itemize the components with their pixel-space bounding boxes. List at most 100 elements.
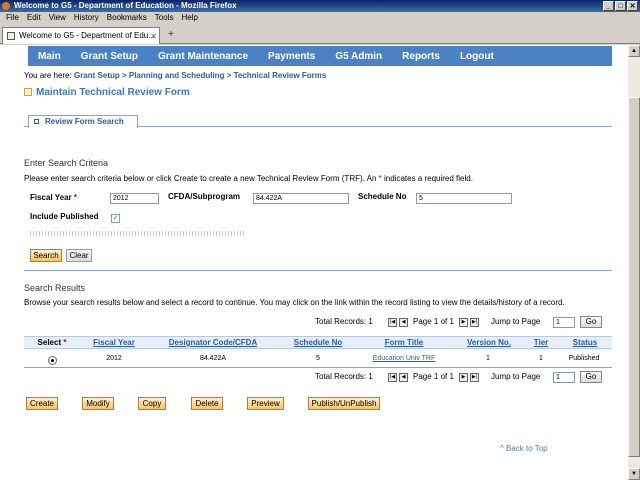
- required-mark: *: [73, 193, 78, 202]
- tab-review-form-search-label: Review Form Search: [45, 117, 124, 126]
- modify-button[interactable]: Modify: [82, 397, 114, 410]
- maximize-button[interactable]: □: [615, 1, 626, 11]
- fiscal-year-label: Fiscal Year *: [30, 193, 77, 202]
- fiscal-year-input[interactable]: 2012: [110, 193, 159, 204]
- tab-square-icon: [34, 119, 39, 124]
- scroll-up-icon[interactable]: ▲: [628, 45, 640, 57]
- menu-history[interactable]: History: [70, 12, 103, 24]
- create-button[interactable]: Create: [26, 397, 58, 410]
- breadcrumb-planning-scheduling[interactable]: Planning and Scheduling: [129, 71, 225, 80]
- last-page-icon[interactable]: ▶|: [470, 318, 479, 327]
- go-button[interactable]: Go: [580, 316, 602, 328]
- menu-bookmarks[interactable]: Bookmarks: [103, 12, 151, 24]
- menu-edit[interactable]: Edit: [23, 12, 45, 24]
- nav-grant-setup[interactable]: Grant Setup: [71, 51, 148, 62]
- publish-unpublish-button[interactable]: Publish/UnPublish: [308, 397, 380, 410]
- window-titlebar: Welcome to G5 - Department of Education …: [0, 0, 640, 12]
- menu-view[interactable]: View: [45, 12, 70, 24]
- delete-button[interactable]: Delete: [191, 397, 223, 410]
- col-select-label: Select: [37, 338, 62, 347]
- preview-button[interactable]: Preview: [247, 397, 284, 410]
- browser-tab[interactable]: Welcome to G5 - Department of Edu... ✕: [2, 27, 160, 44]
- page-scrollbar[interactable]: ▲ ▼: [628, 45, 640, 480]
- total-records-top: Total Records: 1: [315, 317, 373, 326]
- col-status[interactable]: Status: [573, 338, 597, 347]
- go-button[interactable]: Go: [580, 371, 602, 383]
- results-help-text: Browse your search results below and sel…: [24, 298, 565, 307]
- nav-logout[interactable]: Logout: [450, 51, 504, 62]
- tab-review-form-search[interactable]: Review Form Search: [28, 115, 138, 128]
- nav-payments[interactable]: Payments: [258, 51, 325, 62]
- menu-tools[interactable]: Tools: [151, 12, 178, 24]
- nav-reports[interactable]: Reports: [392, 51, 450, 62]
- scroll-down-icon[interactable]: ▼: [628, 468, 640, 480]
- jump-page-input[interactable]: 1: [553, 372, 575, 383]
- menu-help[interactable]: Help: [177, 12, 201, 24]
- breadcrumb: You are here: Grant Setup > Planning and…: [24, 71, 326, 80]
- jump-to-page-label: Jump to Page: [491, 317, 541, 326]
- total-records-bottom: Total Records: 1: [315, 372, 373, 381]
- row-fiscal-year: 2012: [106, 355, 122, 362]
- row-designator-code: 84.422A: [199, 355, 227, 362]
- page-title-text: Maintain Technical Review Form: [36, 87, 190, 98]
- col-version-no[interactable]: Version No.: [467, 338, 511, 347]
- nav-grant-maintenance[interactable]: Grant Maintenance: [148, 51, 258, 62]
- search-criteria-heading: Enter Search Criteria: [24, 158, 109, 168]
- jump-page-input[interactable]: 1: [553, 317, 575, 328]
- next-page-icon[interactable]: ▶: [459, 373, 468, 382]
- title-bullet-icon: [24, 88, 32, 96]
- minimize-button[interactable]: _: [603, 1, 614, 11]
- prev-page-icon[interactable]: ◀: [399, 373, 408, 382]
- copy-button[interactable]: Copy: [138, 397, 166, 410]
- breadcrumb-technical-review-forms[interactable]: Technical Review Forms: [234, 71, 327, 80]
- row-schedule-no: 5: [316, 355, 320, 362]
- next-page-icon[interactable]: ▶: [459, 318, 468, 327]
- breadcrumb-grant-setup[interactable]: Grant Setup: [74, 71, 120, 80]
- col-fiscal-year[interactable]: Fiscal Year: [93, 338, 135, 347]
- row-status: Published: [568, 355, 600, 362]
- firefox-icon: [2, 2, 10, 10]
- section-divider: [24, 270, 612, 271]
- required-mark: *: [63, 338, 67, 347]
- main-nav: Main Grant Setup Grant Maintenance Payme…: [28, 46, 612, 66]
- back-to-top-link[interactable]: ^ Back to Top: [500, 444, 548, 453]
- dotted-separator: [30, 231, 246, 236]
- breadcrumb-separator: >: [119, 71, 129, 80]
- page-title: Maintain Technical Review Form: [24, 87, 190, 98]
- jump-to-page-label: Jump to Page: [491, 372, 541, 381]
- include-published-checkbox[interactable]: ✓: [111, 214, 120, 223]
- row-select-radio[interactable]: [48, 356, 57, 365]
- cfda-label: CFDA/Subprogram: [168, 192, 240, 201]
- scroll-thumb[interactable]: [628, 97, 640, 457]
- row-tier: 1: [539, 355, 543, 362]
- search-results-heading: Search Results: [24, 283, 86, 293]
- tab-close-icon[interactable]: ✕: [150, 29, 157, 44]
- last-page-icon[interactable]: ▶|: [470, 373, 479, 382]
- col-form-title[interactable]: Form Title: [385, 338, 424, 347]
- first-page-icon[interactable]: |◀: [388, 318, 397, 327]
- nav-g5-admin[interactable]: G5 Admin: [325, 51, 392, 62]
- search-button[interactable]: Search: [30, 249, 62, 262]
- new-tab-button[interactable]: +: [164, 29, 178, 42]
- page-viewport: Main Grant Setup Grant Maintenance Payme…: [0, 45, 628, 480]
- row-version-no: 1: [486, 355, 490, 362]
- page-info-bottom: Page 1 of 1: [413, 372, 454, 381]
- prev-page-icon[interactable]: ◀: [399, 318, 408, 327]
- row-form-title-link[interactable]: Education Univ TRF: [373, 355, 436, 362]
- menu-bar: File Edit View History Bookmarks Tools H…: [0, 12, 640, 24]
- nav-main[interactable]: Main: [28, 51, 71, 62]
- menu-file[interactable]: File: [2, 12, 23, 24]
- schedule-no-input[interactable]: 5: [416, 193, 512, 204]
- clear-button[interactable]: Clear: [66, 249, 92, 262]
- include-published-label: Include Published: [30, 212, 99, 221]
- close-window-button[interactable]: ✕: [627, 1, 638, 11]
- fiscal-year-label-text: Fiscal Year: [30, 193, 72, 202]
- cfda-input[interactable]: 84.422A: [253, 193, 349, 204]
- window-title: Welcome to G5 - Department of Education …: [14, 1, 237, 10]
- browser-tab-bar: Welcome to G5 - Department of Edu... ✕ +: [0, 24, 640, 44]
- col-designator-code[interactable]: Designator Code/CFDA: [169, 338, 257, 347]
- col-tier[interactable]: Tier: [534, 338, 549, 347]
- first-page-icon[interactable]: |◀: [388, 373, 397, 382]
- search-help-part: indicates a required field.: [381, 174, 473, 183]
- col-schedule-no[interactable]: Schedule No: [294, 338, 342, 347]
